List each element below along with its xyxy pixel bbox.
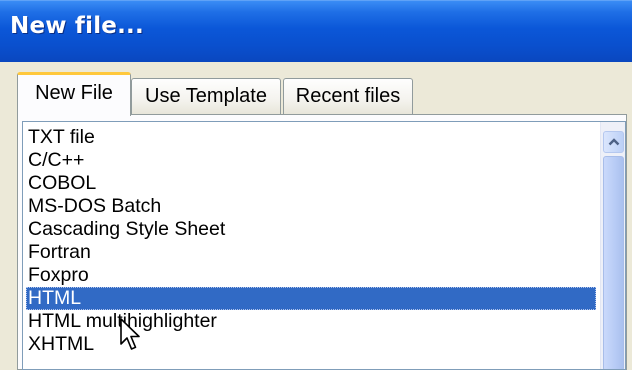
list-item-selected[interactable]: HTML xyxy=(26,287,596,310)
list-item[interactable]: HTML multihighlighter xyxy=(26,310,596,333)
tab-strip: New File Use Template Recent files xyxy=(17,70,617,120)
scroll-up-button[interactable] xyxy=(603,131,624,153)
chevron-up-icon xyxy=(608,138,620,146)
list-item[interactable]: Cascading Style Sheet xyxy=(26,218,596,241)
list-item[interactable]: Fortran xyxy=(26,241,596,264)
vertical-scrollbar[interactable] xyxy=(600,122,625,369)
tab-recent-files[interactable]: Recent files xyxy=(283,78,413,114)
list-item[interactable]: XHTML xyxy=(26,333,596,356)
tab-use-template[interactable]: Use Template xyxy=(131,78,281,114)
list-item[interactable]: MS-DOS Batch xyxy=(26,195,596,218)
file-type-list[interactable]: TXT file C/C++ COBOL MS-DOS Batch Cascad… xyxy=(22,121,626,370)
new-file-dialog: New file... New File Use Template Recent… xyxy=(0,0,632,370)
scroll-thumb[interactable] xyxy=(603,156,624,369)
tab-new-file[interactable]: New File xyxy=(17,72,131,116)
mouse-pointer-icon xyxy=(120,318,140,350)
title-bar[interactable]: New file... xyxy=(0,0,632,62)
list-item[interactable]: Foxpro xyxy=(26,264,596,287)
list-item[interactable]: COBOL xyxy=(26,172,596,195)
list-item[interactable]: C/C++ xyxy=(26,149,596,172)
window-title: New file... xyxy=(10,13,144,39)
list-item[interactable]: TXT file xyxy=(26,126,596,149)
